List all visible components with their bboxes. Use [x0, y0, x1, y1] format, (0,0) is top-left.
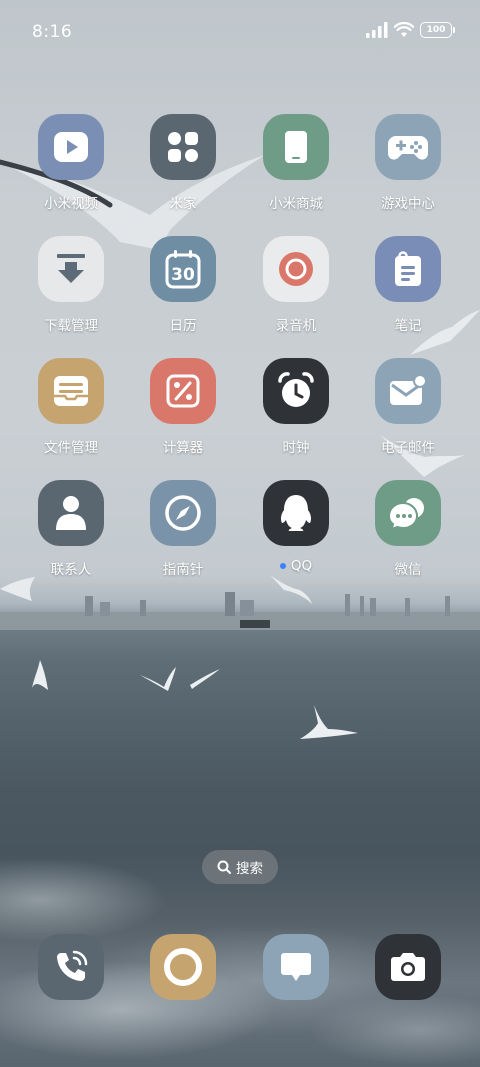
app-icon[interactable] — [38, 358, 104, 424]
download-icon — [57, 254, 85, 283]
app-mijia[interactable]: 米家 — [127, 114, 239, 224]
calendar-icon: 30 — [165, 250, 201, 289]
app-game-center[interactable]: 游戏中心 — [352, 114, 464, 224]
search-icon — [217, 860, 231, 874]
notes-icon — [395, 251, 421, 286]
app-icon[interactable] — [150, 358, 216, 424]
app-qq[interactable]: QQ — [240, 480, 352, 590]
notification-dot — [279, 563, 286, 569]
dock-browser[interactable] — [150, 934, 216, 1000]
wallpaper-sea — [0, 780, 480, 1067]
browser-ring-icon — [164, 948, 202, 986]
app-icon[interactable] — [375, 480, 441, 546]
app-xiaomi-store[interactable]: 小米商城 — [240, 114, 352, 224]
battery-icon: 100 — [420, 22, 455, 38]
app-icon[interactable] — [38, 480, 104, 546]
mail-icon — [390, 374, 427, 405]
tablet-icon — [285, 131, 307, 163]
app-icon[interactable] — [150, 480, 216, 546]
wallpaper-seagull — [140, 667, 220, 691]
search-button[interactable]: 搜索 — [202, 850, 278, 884]
app-label: 游戏中心 — [381, 196, 435, 212]
app-wechat[interactable]: 微信 — [352, 480, 464, 590]
app-label: 米家 — [169, 196, 197, 212]
alarm-clock-icon — [278, 372, 314, 407]
status-bar: 8:16 100 — [0, 0, 480, 66]
dock-phone[interactable] — [38, 934, 104, 1000]
app-compass[interactable]: 指南针 — [127, 480, 239, 590]
app-label: 计算器 — [162, 440, 204, 456]
camera-icon — [391, 953, 425, 981]
app-email[interactable]: 电子邮件 — [352, 358, 464, 468]
app-calendar[interactable]: 30 日历 — [127, 236, 239, 346]
app-label: 日历 — [169, 318, 197, 334]
dock-camera[interactable] — [375, 934, 441, 1000]
app-label: 电子邮件 — [381, 440, 435, 456]
app-label: QQ — [279, 558, 313, 574]
app-icon[interactable] — [375, 236, 441, 302]
app-label: 文件管理 — [44, 440, 98, 456]
app-icon[interactable] — [150, 114, 216, 180]
gamepad-icon — [388, 136, 428, 160]
wifi-icon — [394, 22, 414, 37]
app-label: 下载管理 — [44, 318, 98, 334]
app-icon[interactable]: 30 — [150, 236, 216, 302]
mijia-icon — [168, 132, 198, 162]
app-label: 录音机 — [275, 318, 317, 334]
app-label-text: QQ — [290, 558, 313, 574]
app-label: 时钟 — [282, 440, 310, 456]
percent-icon — [166, 374, 200, 408]
signal-icon — [366, 22, 388, 38]
status-icons: 100 — [366, 22, 455, 38]
app-label: 联系人 — [50, 562, 92, 578]
play-icon — [54, 132, 88, 162]
app-notes[interactable]: 笔记 — [352, 236, 464, 346]
app-label: 指南针 — [162, 562, 204, 578]
app-label: 笔记 — [394, 318, 422, 334]
app-recorder[interactable]: 录音机 — [240, 236, 352, 346]
battery-level: 100 — [426, 25, 446, 35]
app-icon[interactable] — [263, 358, 329, 424]
app-icon[interactable] — [38, 236, 104, 302]
phone-icon — [57, 950, 88, 981]
wallpaper-seagull — [300, 705, 358, 739]
wallpaper-seagull — [32, 660, 48, 690]
dock-messages[interactable] — [263, 934, 329, 1000]
app-icon[interactable] — [375, 358, 441, 424]
message-icon — [281, 953, 311, 981]
app-label: 微信 — [394, 562, 422, 578]
app-icon[interactable] — [375, 114, 441, 180]
wallpaper-skyline — [0, 592, 480, 630]
compass-icon — [165, 495, 201, 531]
app-clock[interactable]: 时钟 — [240, 358, 352, 468]
person-icon — [56, 496, 86, 530]
app-icon[interactable] — [38, 114, 104, 180]
app-calculator[interactable]: 计算器 — [127, 358, 239, 468]
app-icon[interactable] — [263, 114, 329, 180]
app-file-manager[interactable]: 文件管理 — [15, 358, 127, 468]
qq-penguin-icon — [280, 495, 312, 531]
folder-icon — [54, 376, 88, 406]
app-download-manager[interactable]: 下载管理 — [15, 236, 127, 346]
app-xiaomi-video[interactable]: 小米视频 — [15, 114, 127, 224]
app-icon[interactable] — [263, 480, 329, 546]
app-icon[interactable] — [263, 236, 329, 302]
app-label: 小米视频 — [44, 196, 98, 212]
calendar-date: 30 — [171, 265, 195, 285]
record-icon — [279, 252, 313, 286]
app-label: 小米商城 — [269, 196, 323, 212]
search-label: 搜索 — [236, 861, 263, 877]
wechat-icon — [388, 498, 424, 531]
app-contacts[interactable]: 联系人 — [15, 480, 127, 590]
status-time: 8:16 — [32, 22, 73, 42]
